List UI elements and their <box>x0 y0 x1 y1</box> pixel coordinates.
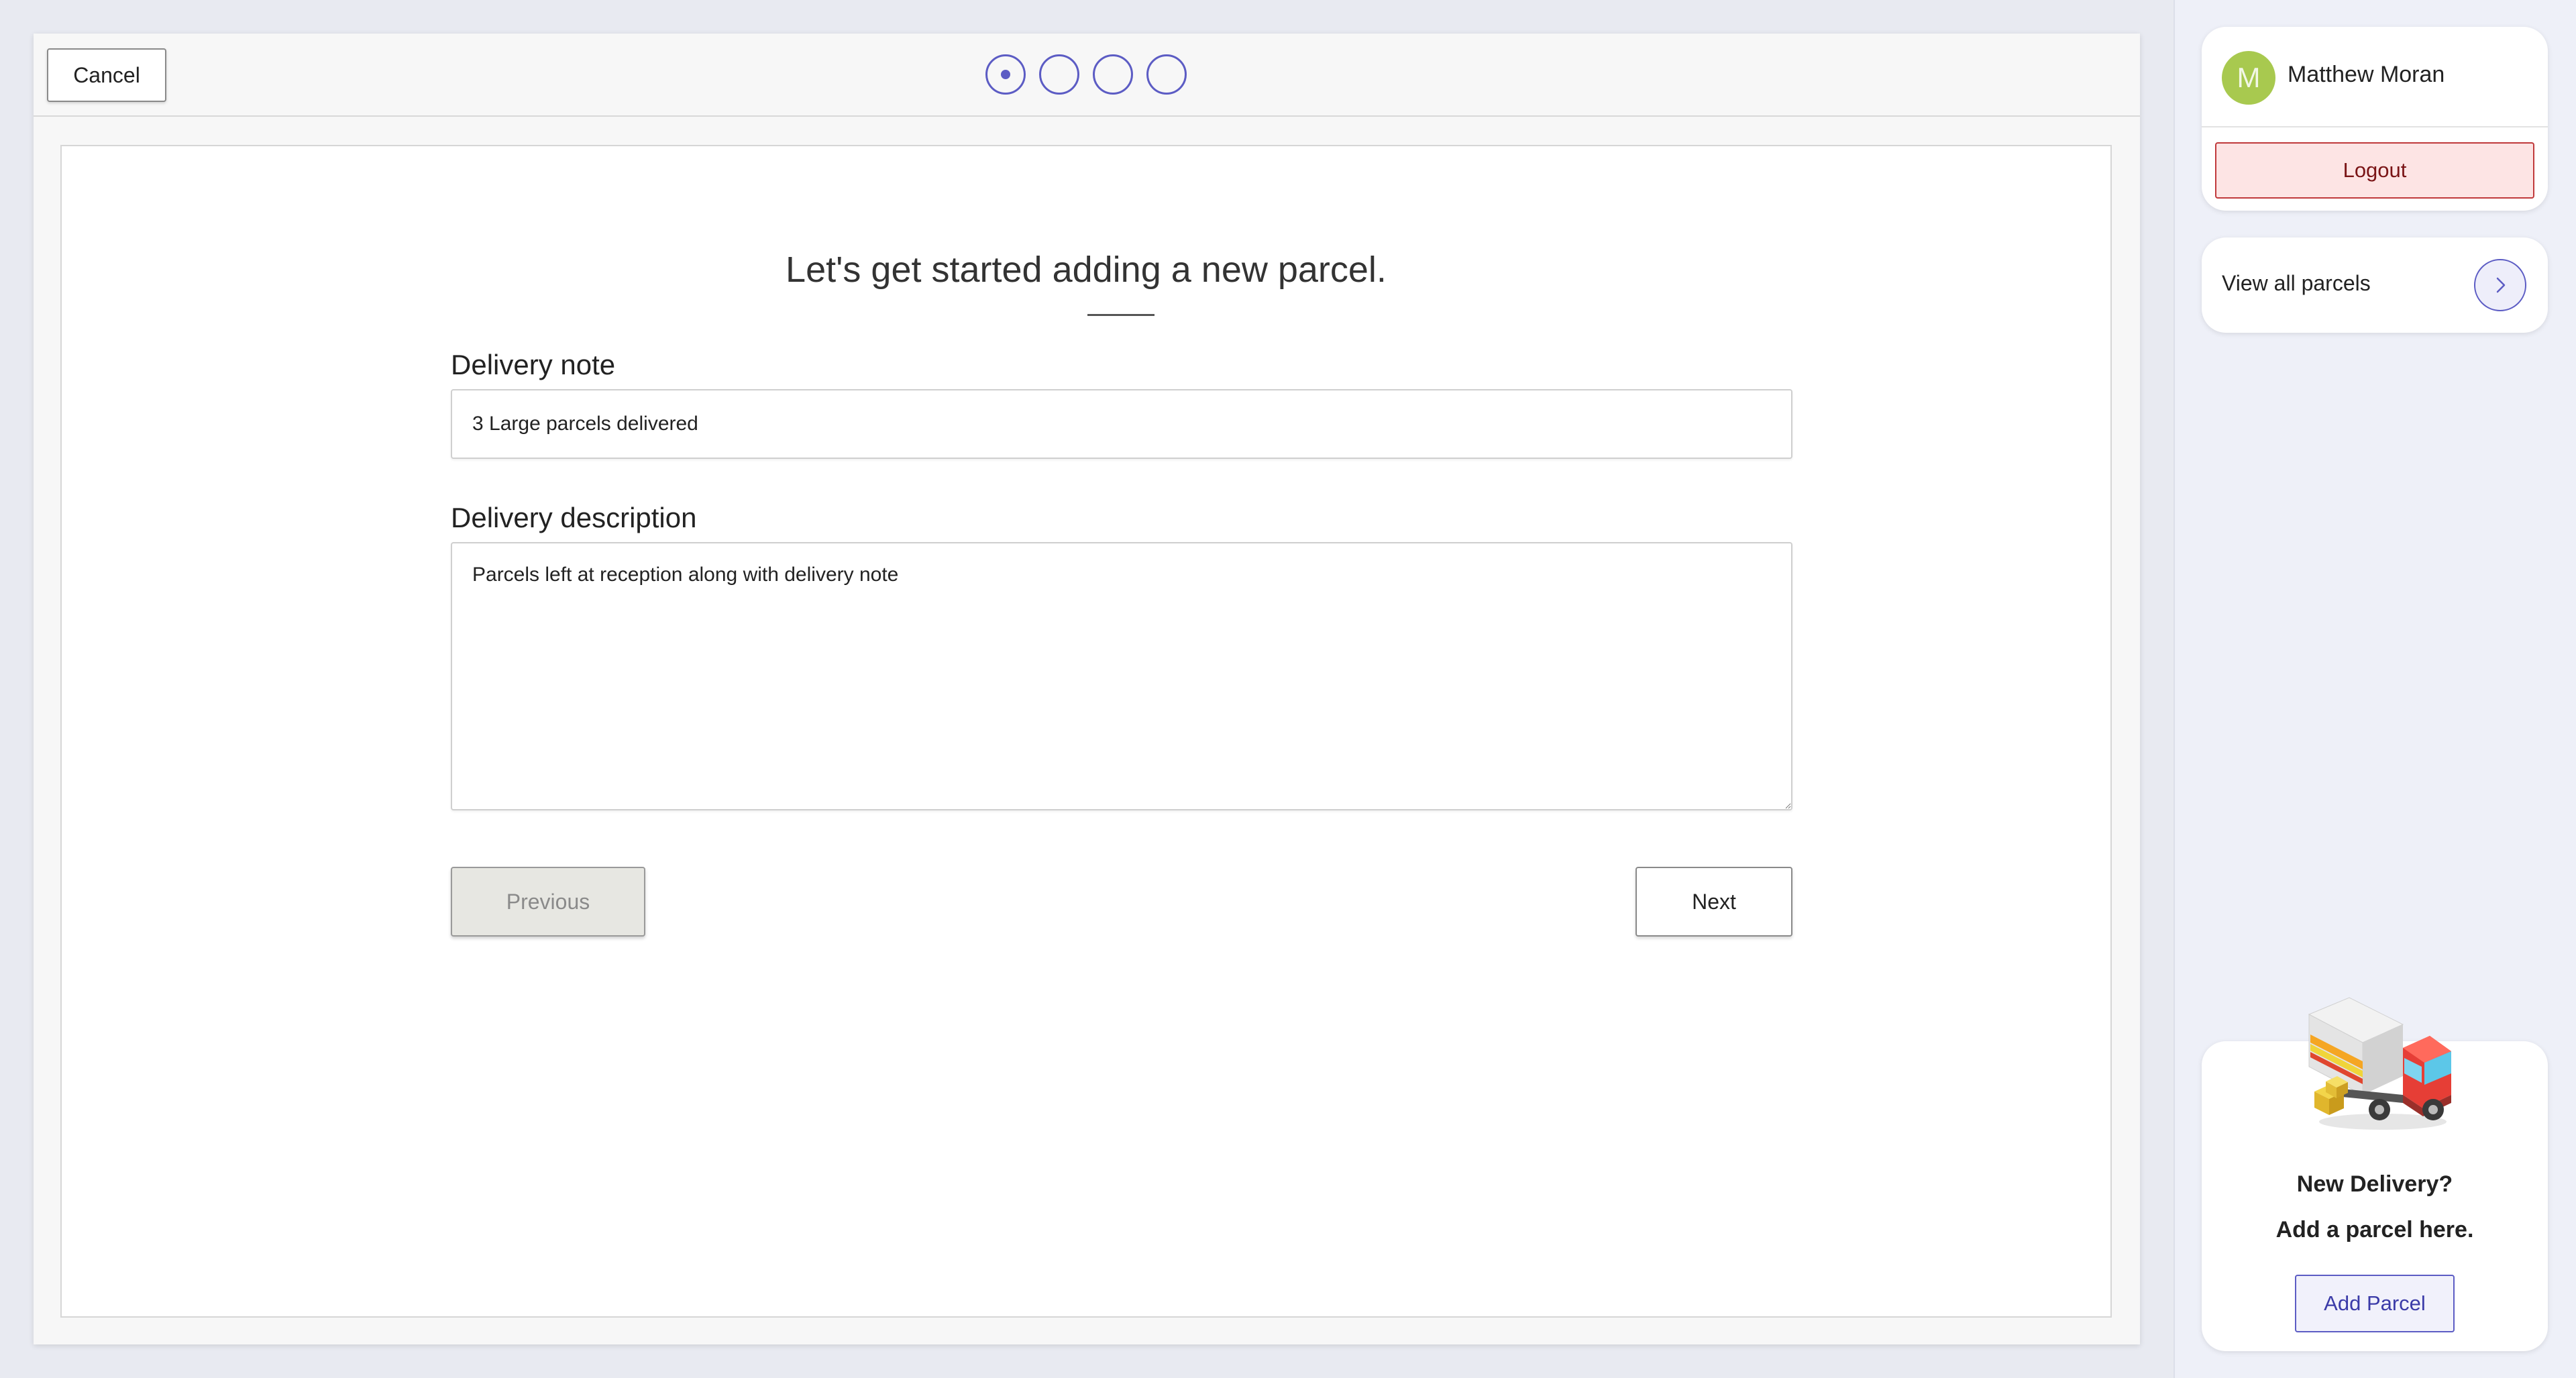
add-parcel-button[interactable]: Add Parcel <box>2295 1275 2455 1332</box>
new-delivery-heading: New Delivery? <box>2296 1171 2453 1197</box>
top-bar: Cancel <box>34 34 2140 117</box>
view-all-parcels-label: View all parcels <box>2222 271 2371 295</box>
chevron-right-icon[interactable] <box>2474 259 2526 311</box>
form-title: Let's get started adding a new parcel. <box>786 250 1387 290</box>
step-4-icon[interactable] <box>1146 54 1187 95</box>
active-step-dot <box>1001 70 1010 79</box>
delivery-description-label: Delivery description <box>451 502 697 533</box>
add-parcel-prompt: Add a parcel here. <box>2275 1217 2474 1242</box>
next-button[interactable]: Next <box>1635 867 1792 937</box>
delivery-truck-icon <box>2296 994 2457 1135</box>
user-name: Matthew Moran <box>2288 62 2445 87</box>
step-3-icon[interactable] <box>1093 54 1133 95</box>
new-delivery-card: New Delivery? Add a parcel here. Add Par… <box>2202 997 2548 1351</box>
step-1-icon[interactable] <box>985 54 1026 95</box>
previous-button[interactable]: Previous <box>451 867 645 937</box>
title-divider <box>1087 314 1155 316</box>
user-card: M Matthew Moran Logout <box>2202 27 2548 211</box>
step-indicator <box>985 54 1187 95</box>
delivery-description-textarea[interactable]: Parcels left at reception along with del… <box>451 542 1792 810</box>
main-panel: Cancel Let's get started adding a new pa… <box>34 34 2140 1344</box>
avatar: M <box>2222 51 2275 105</box>
delivery-note-label: Delivery note <box>451 349 616 380</box>
logout-button[interactable]: Logout <box>2215 142 2534 199</box>
user-divider <box>2202 126 2548 127</box>
form-card: Let's get started adding a new parcel. D… <box>60 145 2112 1318</box>
view-all-parcels-link[interactable]: View all parcels <box>2202 237 2548 333</box>
step-2-icon[interactable] <box>1039 54 1079 95</box>
cancel-button[interactable]: Cancel <box>47 48 166 102</box>
sidebar: M Matthew Moran Logout View all parcels <box>2174 0 2576 1378</box>
delivery-note-input[interactable] <box>451 389 1792 459</box>
